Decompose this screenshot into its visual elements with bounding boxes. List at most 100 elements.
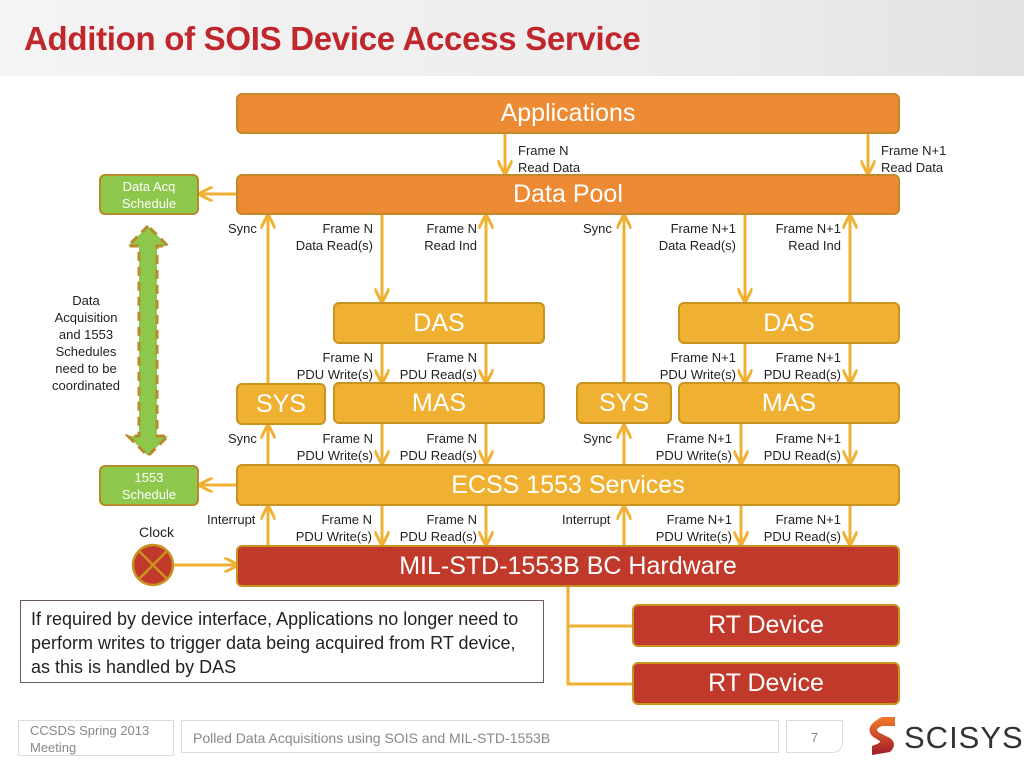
label-line: PDU Write(s) <box>296 367 373 382</box>
label-line: Read Data <box>518 160 581 175</box>
label-line: Data Read(s) <box>658 238 736 253</box>
label-line: PDU Write(s) <box>296 448 373 463</box>
data-acq-schedule-box: Data Acq Schedule <box>99 174 199 215</box>
applications-box: Applications <box>236 93 900 134</box>
label-line: Data <box>72 293 100 308</box>
label-line: Read Ind <box>788 238 841 253</box>
mas-right-box: MAS <box>678 382 900 424</box>
scisys-logo-icon <box>869 717 895 755</box>
das-left-box: DAS <box>333 302 545 344</box>
rt-device-box-2: RT Device <box>632 662 900 705</box>
label-line: Frame N <box>322 221 373 236</box>
das-left-label: DAS <box>413 308 465 337</box>
label-line: Schedules <box>55 344 117 359</box>
label-n-read-ind: Frame N Read Ind <box>400 220 477 254</box>
label-line: Frame N+1 <box>775 431 841 446</box>
label-n-data-reads: Frame N Data Read(s) <box>280 220 373 254</box>
label-line: and 1553 <box>58 327 114 342</box>
label-line: Frame N <box>426 350 477 365</box>
label-n-pdu-read-hw: Frame N PDU Read(s) <box>390 511 477 545</box>
label-clock: Clock <box>139 524 175 540</box>
coordination-note: Data Acquisition and 1553 Schedules need… <box>36 292 136 394</box>
label-n1-pdu-write-das: Frame N+1 PDU Write(s) <box>640 349 736 383</box>
label-n-pdu-write-hw: Frame N PDU Write(s) <box>280 511 372 545</box>
rt-device-label-2: RT Device <box>708 669 824 697</box>
label-line: Read Ind <box>424 238 477 253</box>
label-line: Frame N <box>518 143 569 158</box>
scisys-logo-text: SCISYS <box>904 720 1024 755</box>
label-line: Frame N+1 <box>666 512 732 527</box>
label-n-pdu-write-das: Frame N PDU Write(s) <box>280 349 373 383</box>
label-line: Data Read(s) <box>295 238 373 253</box>
label-line: need to be <box>55 361 117 376</box>
mas-right-label: MAS <box>761 388 817 417</box>
label-line: Frame N+1 <box>775 350 841 365</box>
das-right-box: DAS <box>678 302 900 344</box>
label-interrupt-2: Interrupt <box>562 512 611 527</box>
schedule-1553-label: 1553 Schedule <box>121 469 177 502</box>
label-n1-pdu-write-mas: Frame N+1 PDU Write(s) <box>636 430 732 464</box>
label-n1-read-ind: Frame N+1 Read Ind <box>760 220 841 254</box>
milstd-box: MIL-STD-1553B BC Hardware <box>236 545 900 587</box>
milstd-label: MIL-STD-1553B BC Hardware <box>399 551 737 580</box>
footer-event: CCSDS Spring 2013 Meeting <box>18 720 174 756</box>
label-line: Frame N <box>426 431 477 446</box>
mas-left-box: MAS <box>333 382 545 424</box>
data-pool-box: Data Pool <box>236 174 900 215</box>
label-line: Frame N+1 <box>670 221 736 236</box>
label-line: PDU Write(s) <box>659 367 736 382</box>
label-sync-4: Sync <box>583 431 612 446</box>
label-line: Frame N+1 <box>666 431 732 446</box>
ecss-box: ECSS 1553 Services <box>236 464 900 506</box>
label-n1-data-reads: Frame N+1 Data Read(s) <box>640 220 736 254</box>
applications-label: Applications <box>500 99 636 127</box>
label-line: PDU Write(s) <box>295 529 372 544</box>
data-pool-label: Data Pool <box>513 180 623 208</box>
clock-icon <box>131 543 175 587</box>
sys-left-box: SYS <box>236 383 326 425</box>
bus-line <box>566 587 632 686</box>
label-app-frame-n: Frame N Read Data <box>518 142 580 176</box>
label-line: PDU Write(s) <box>655 529 732 544</box>
label-line: Frame N <box>426 512 477 527</box>
footer-presentation: Polled Data Acquisitions using SOIS and … <box>181 720 779 753</box>
label-line: PDU Read(s) <box>763 529 841 544</box>
label-interrupt-1: Interrupt <box>207 512 256 527</box>
label-line: Acquisition <box>54 310 118 325</box>
label-app-frame-n1: Frame N+1 Read Data <box>881 142 946 176</box>
label-line: Frame N+1 <box>775 512 841 527</box>
label-n-pdu-write-mas: Frame N PDU Write(s) <box>280 430 373 464</box>
page-number-text: 7 <box>810 730 819 745</box>
label-n1-pdu-read-mas: Frame N+1 PDU Read(s) <box>752 430 841 464</box>
explanation-note: If required by device interface, Applica… <box>20 600 544 683</box>
label-line: PDU Read(s) <box>763 448 841 463</box>
rt-device-box-1: RT Device <box>632 604 900 647</box>
footer-presentation-text: Polled Data Acquisitions using SOIS and … <box>193 730 551 746</box>
das-right-label: DAS <box>763 308 815 337</box>
label-line: Frame N <box>322 350 373 365</box>
label-line: Frame N+1 <box>670 350 736 365</box>
label-line: Read Data <box>881 160 944 175</box>
label-line: coordinated <box>52 378 120 393</box>
label-line: Frame N <box>426 221 477 236</box>
label-n1-pdu-read-das: Frame N+1 PDU Read(s) <box>752 349 841 383</box>
mas-left-label: MAS <box>411 388 467 417</box>
label-line: Frame N+1 <box>775 221 841 236</box>
label-n-pdu-read-das: Frame N PDU Read(s) <box>390 349 477 383</box>
label-sync-1: Sync <box>228 221 257 236</box>
label-line: PDU Read(s) <box>763 367 841 382</box>
label-line: PDU Read(s) <box>399 529 477 544</box>
label-sync-2: Sync <box>583 221 612 236</box>
sys-left-label: SYS <box>255 389 307 418</box>
label-n1-pdu-write-hw: Frame N+1 PDU Write(s) <box>636 511 732 545</box>
label-line: PDU Read(s) <box>399 367 477 382</box>
schedule-1553-box: 1553 Schedule <box>99 465 199 506</box>
ecss-label: ECSS 1553 Services <box>451 470 685 499</box>
sys-right-label: SYS <box>598 388 650 417</box>
label-line: Frame N <box>321 512 372 527</box>
sys-right-box: SYS <box>576 382 672 424</box>
label-line: PDU Write(s) <box>655 448 732 463</box>
label-n1-pdu-read-hw: Frame N+1 PDU Read(s) <box>752 511 841 545</box>
data-acq-schedule-label: Data Acq Schedule <box>121 178 177 211</box>
footer-event-text: CCSDS Spring 2013 Meeting <box>30 723 150 755</box>
